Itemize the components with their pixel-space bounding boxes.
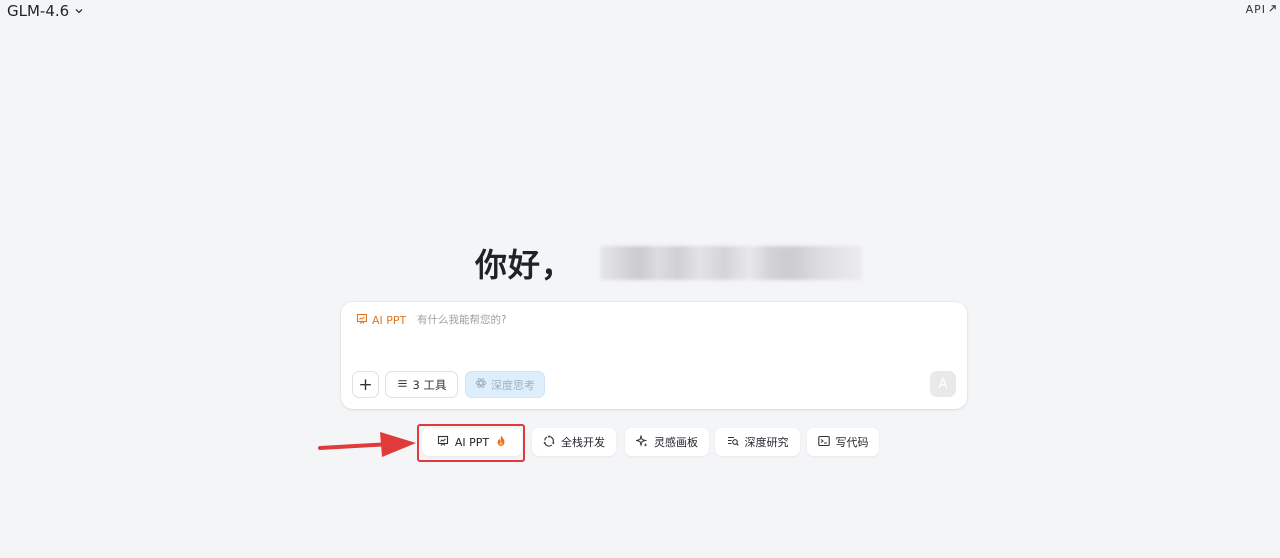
chat-input[interactable]	[417, 311, 937, 329]
chat-composer: AI PPT + 3 工具 深度思考 A	[341, 302, 967, 409]
ai-ppt-label: AI PPT	[454, 435, 490, 449]
deep-research-chip[interactable]: 深度研究	[715, 428, 800, 456]
fire-icon	[495, 435, 507, 450]
inspiration-board-chip[interactable]: 灵感画板	[625, 428, 709, 456]
tools-label: 3 工具	[412, 377, 447, 392]
page: GLM-4.6 API 你好， AI PPT +	[0, 0, 1280, 558]
mode-tag[interactable]: AI PPT	[356, 313, 406, 328]
chevron-down-icon	[74, 2, 84, 20]
cycle-icon	[543, 435, 555, 450]
deep-think-toggle[interactable]: 深度思考	[465, 371, 545, 398]
send-button[interactable]: A	[930, 371, 956, 397]
external-link-icon	[1268, 3, 1277, 16]
atom-icon	[475, 377, 487, 392]
api-link[interactable]: API	[1246, 3, 1277, 16]
inspiration-board-label: 灵感画板	[654, 436, 698, 449]
ai-ppt-chip[interactable]: AI PPT	[422, 428, 522, 456]
write-code-chip[interactable]: 写代码	[807, 428, 879, 456]
write-code-label: 写代码	[835, 436, 869, 449]
greeting-text: 你好，	[475, 246, 575, 284]
presentation-icon	[356, 313, 368, 328]
tools-button[interactable]: 3 工具	[385, 371, 458, 398]
greeting: 你好，	[475, 240, 863, 286]
deep-research-label: 深度研究	[744, 436, 789, 449]
model-name: GLM-4.6	[7, 2, 70, 20]
search-list-icon	[727, 435, 739, 450]
fullstack-dev-chip[interactable]: 全栈开发	[532, 428, 616, 456]
add-attachment-button[interactable]: +	[352, 371, 379, 398]
annotation-arrow	[318, 432, 416, 457]
sparkle-icon	[634, 433, 648, 450]
api-label: API	[1245, 3, 1266, 16]
redacted-username	[600, 246, 863, 280]
list-icon	[397, 378, 408, 392]
presentation-icon	[437, 435, 449, 450]
deep-think-label: 深度思考	[491, 378, 535, 392]
terminal-icon	[817, 435, 830, 450]
mode-tag-label: AI PPT	[372, 314, 407, 327]
model-switcher[interactable]: GLM-4.6	[7, 2, 84, 20]
fullstack-dev-label: 全栈开发	[561, 436, 605, 449]
